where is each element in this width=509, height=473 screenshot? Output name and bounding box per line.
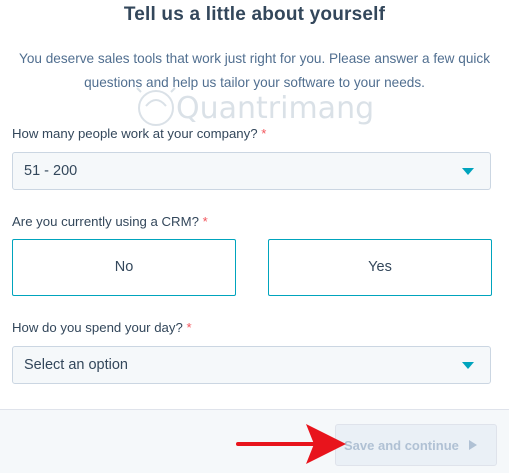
spend-day-select[interactable]: Select an option	[12, 346, 491, 384]
watermark-text: Quantrimang	[176, 91, 374, 126]
page-title: Tell us a little about yourself	[123, 4, 386, 25]
play-arrow-icon	[469, 440, 477, 450]
spend-day-label: How do you spend your day? *	[12, 320, 192, 335]
company-size-select[interactable]: 51 - 200	[12, 152, 491, 190]
crm-question-label: Are you currently using a CRM? *	[12, 214, 208, 229]
save-button-label: Save and continue	[344, 438, 459, 453]
required-mark: *	[261, 126, 267, 141]
caret-down-icon	[462, 362, 474, 369]
onboarding-form-page: Tell us a little about yourself You dese…	[0, 0, 509, 473]
spend-day-value: Select an option	[24, 357, 128, 373]
required-mark: *	[202, 214, 208, 229]
save-and-continue-button[interactable]: Save and continue	[335, 424, 497, 466]
caret-down-icon	[462, 168, 474, 175]
crm-option-no[interactable]: No	[12, 239, 236, 296]
required-mark: *	[186, 320, 192, 335]
page-subtitle: You deserve sales tools that work just r…	[19, 51, 490, 90]
crm-option-yes[interactable]: Yes	[268, 239, 492, 296]
company-size-value: 51 - 200	[24, 163, 78, 179]
company-size-label: How many people work at your company? *	[12, 126, 267, 141]
